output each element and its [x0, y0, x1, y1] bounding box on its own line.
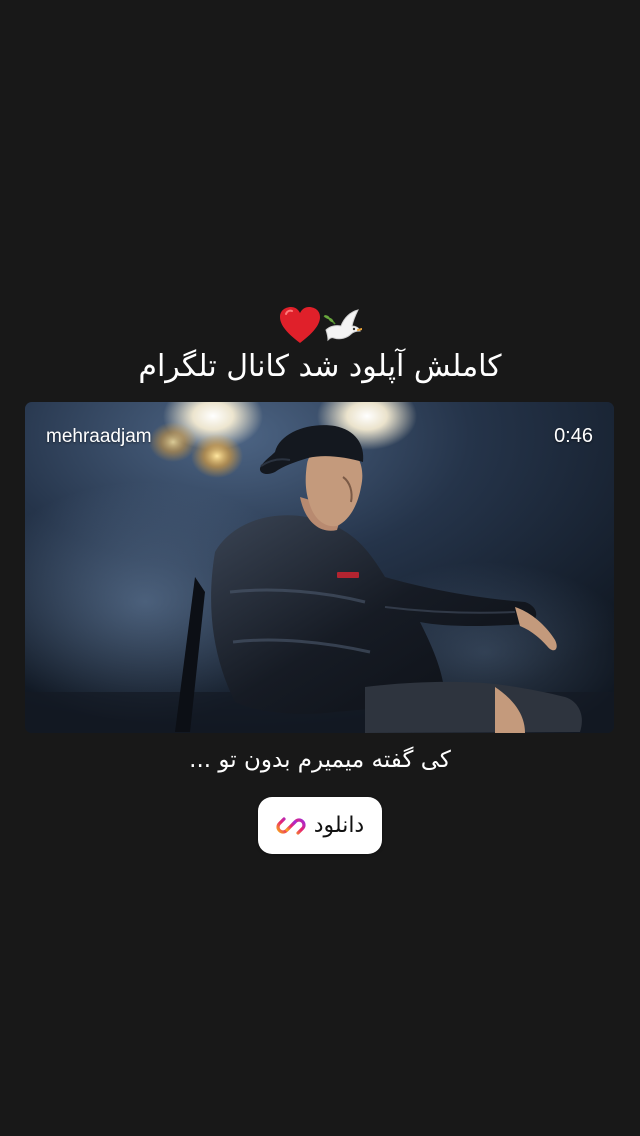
dove-icon: [323, 309, 362, 342]
link-icon: [276, 816, 306, 835]
link-sticker-label: دانلود: [313, 813, 365, 838]
story-title: کاملش آپلود شد کانال تلگرام: [138, 349, 502, 384]
video-preview[interactable]: mehraadjam 0:46: [25, 402, 614, 733]
emoji-group: [280, 307, 362, 343]
heart-icon: [280, 307, 320, 343]
video-thumbnail: [25, 402, 614, 733]
download-link-sticker[interactable]: دانلود: [258, 797, 382, 854]
video-duration: 0:46: [554, 425, 593, 447]
emoji-row: [0, 306, 640, 346]
video-username: mehraadjam: [46, 426, 152, 447]
story-caption: کی گفته میمیرم بدون تو ...: [189, 747, 451, 773]
